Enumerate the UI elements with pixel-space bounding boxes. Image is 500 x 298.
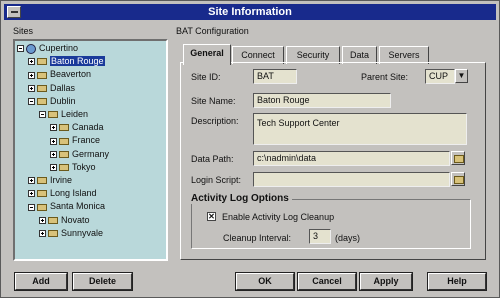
tree-item[interactable]: Irvine [28,175,72,186]
folder-icon [37,177,47,185]
cleanup-unit-label: (days) [335,233,361,243]
expand-icon[interactable] [28,84,35,92]
expand-icon[interactable] [28,71,35,79]
tree-item[interactable]: Novato [39,215,90,226]
tree-item[interactable]: Germany [50,149,109,160]
tree-item-label: Irvine [50,175,73,185]
tree-item-label: Beaverton [50,69,92,80]
parent-site-label: Parent Site: [361,72,409,82]
tree-item[interactable]: Sunnyvale [39,228,103,239]
activity-log-title: Activity Log Options [191,193,292,204]
delete-button[interactable]: Delete [72,272,133,291]
cleanup-interval-label: Cleanup Interval: [223,233,292,243]
folder-icon [37,84,47,92]
ok-button[interactable]: OK [235,272,295,291]
apply-button[interactable]: Apply [359,272,413,291]
tree-item[interactable]: Baton Rouge [28,56,105,67]
expand-icon[interactable] [28,190,35,198]
site-name-field[interactable]: Baton Rouge [253,93,391,108]
site-id-label: Site ID: [191,72,221,82]
title-bar[interactable]: Site Information [4,4,496,20]
tree-item[interactable]: Tokyo [50,162,96,173]
collapse-icon[interactable] [39,111,46,119]
expand-icon[interactable] [50,124,57,132]
enable-cleanup-checkbox[interactable]: ✕ [207,212,216,221]
tree-item[interactable]: Dublin [28,96,76,107]
description-label: Description: [191,116,239,126]
cleanup-interval-field[interactable]: 3 [309,229,331,244]
site-id-field[interactable]: BAT [253,69,297,84]
tab-general[interactable]: General [183,44,231,65]
parent-site-select[interactable]: CUP [425,69,455,84]
folder-icon [37,71,47,79]
tree-item-label: Germany [72,148,110,159]
window-title: Site Information [208,6,292,18]
tree-item-label: Dallas [50,82,76,93]
tree-item[interactable]: Cupertino [17,43,78,54]
tree-item-label: Baton Rouge [50,56,105,67]
description-field[interactable]: Tech Support Center [253,113,467,145]
expand-icon[interactable] [39,229,46,237]
expand-icon[interactable] [28,177,35,185]
tree-item[interactable]: Santa Monica [28,201,105,212]
data-path-field[interactable]: c:\nadmin\data [253,151,450,166]
configuration-label: BAT Configuration [176,26,249,36]
tree-item-label: Sunnyvale [61,227,104,238]
folder-icon [59,137,69,145]
add-button[interactable]: Add [14,272,68,291]
help-button[interactable]: Help [427,272,487,291]
tree-item[interactable]: France [50,135,100,146]
expand-icon[interactable] [28,58,35,66]
system-menu-icon[interactable] [7,6,21,18]
folder-icon [59,124,69,132]
tree-item[interactable]: Long Island [28,188,97,199]
chevron-down-icon[interactable]: ▼ [455,69,468,83]
folder-icon [37,190,47,198]
tree-item-label: Cupertino [39,43,79,53]
globe-icon [26,43,36,54]
collapse-icon[interactable] [28,203,35,211]
expand-icon[interactable] [50,163,57,171]
folder-icon [37,203,47,211]
collapse-icon[interactable] [28,97,35,105]
folder-icon [48,111,58,119]
tree-item[interactable]: Leiden [39,109,88,120]
sites-label: Sites [13,26,34,36]
site-information-window: Site Information Sites BAT Configuration… [0,0,500,298]
collapse-icon[interactable] [17,45,24,53]
site-name-label: Site Name: [191,96,236,106]
tree-item-label: Dublin [50,95,76,106]
folder-icon [59,150,69,158]
folder-icon [37,58,47,66]
tree-item-label: Long Island [50,188,97,199]
tree-item-label: Santa Monica [50,201,106,212]
folder-icon [37,97,47,105]
enable-cleanup-label: Enable Activity Log Cleanup [222,212,335,222]
tree-item-label: France [72,135,101,146]
tree-item-label: Tokyo [72,161,96,172]
folder-icon [48,216,58,224]
browse-folder-icon[interactable] [451,172,465,186]
expand-icon[interactable] [39,216,46,224]
login-script-field[interactable] [253,172,450,187]
login-script-label: Login Script: [191,175,242,185]
expand-icon[interactable] [50,137,57,145]
data-path-label: Data Path: [191,154,234,164]
expand-icon[interactable] [50,150,57,158]
tree-item-label: Novato [61,214,90,225]
folder-icon [59,163,69,171]
sites-tree[interactable]: Cupertino Baton Rouge Beaverton Dallas Dubli… [13,39,168,261]
tree-item[interactable]: Dallas [28,83,75,94]
tree-item-label: Canada [72,122,104,133]
cancel-button[interactable]: Cancel [297,272,357,291]
folder-icon [48,229,58,237]
browse-folder-icon[interactable] [451,151,465,165]
tree-item-label: Leiden [61,109,89,119]
tree-item[interactable]: Canada [50,122,104,133]
tree-item[interactable]: Beaverton [28,69,91,80]
